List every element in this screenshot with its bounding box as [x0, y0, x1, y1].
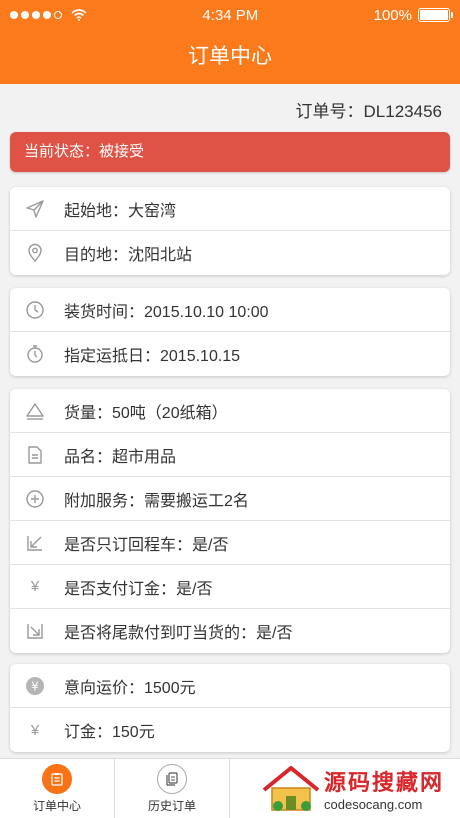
origin-row: 起始地：大窑湾: [10, 187, 450, 231]
send-icon: [24, 198, 46, 220]
signal-dot: [21, 11, 29, 19]
destination-row: 目的地：沈阳北站: [10, 231, 450, 275]
extra-service-row: 附加服务：需要搬运工2名: [10, 477, 450, 521]
status-bar: 4:34 PM 100%: [0, 0, 460, 30]
tab-history-orders[interactable]: 历史订单: [115, 759, 230, 818]
quantity-text: 货量：50吨（20纸箱）: [64, 404, 228, 422]
arrow-down-left-icon: [24, 532, 46, 554]
deposit-row: ¥ 订金：150元: [10, 708, 450, 752]
freight-text: 意向运价：1500元: [64, 679, 196, 697]
return-trip-row: 是否只订回程车：是/否: [10, 521, 450, 565]
watermark-logo: 源码搜藏网 codesocang.com: [258, 760, 458, 816]
battery-indicator: 100%: [373, 6, 453, 24]
timing-card: 装货时间：2015.10.10 10:00 指定运抵日：2015.10.15: [10, 288, 450, 376]
signal-dot: [32, 11, 40, 19]
tab-order-center[interactable]: 订单中心: [0, 759, 115, 818]
coin-icon: ¥: [24, 675, 46, 697]
arrival-date-text: 指定运抵日：2015.10.15: [64, 348, 241, 365]
price-card: ¥ 意向运价：1500元 ¥ 订金：150元: [10, 664, 450, 752]
signal-indicator: [10, 9, 87, 21]
load-time-text: 装货时间：2015.10.10 10:00: [64, 303, 269, 321]
watermark-url: codesocang.com: [324, 796, 423, 812]
tab-label: 订单中心: [32, 798, 81, 813]
final-payment-text: 是否将尾款付到叮当货的：是/否: [64, 625, 293, 642]
load-time-row: 装货时间：2015.10.10 10:00: [10, 288, 450, 332]
deposit-paid-row: ¥ 是否支付订金：是/否: [10, 565, 450, 609]
house-logo-icon: [262, 766, 320, 811]
watermark-text: 源码搜藏网 codesocang.com: [324, 765, 444, 812]
order-number: 订单号：DL123456: [295, 102, 442, 121]
tab-label: 历史订单: [147, 798, 196, 813]
yen-icon: ¥: [30, 578, 40, 595]
extra-service-text: 附加服务：需要搬运工2名: [64, 492, 249, 510]
signal-dot: [43, 11, 51, 19]
location-pin-icon: [24, 242, 46, 264]
quantity-row: 货量：50吨（20纸箱）: [10, 389, 450, 433]
app-header: 4:34 PM 100% 订单中心: [0, 0, 460, 84]
route-card: 起始地：大窑湾 目的地：沈阳北站: [10, 187, 450, 275]
arrow-down-right-icon: [24, 620, 46, 642]
goods-name-row: 品名：超市用品: [10, 433, 450, 477]
svg-text:¥: ¥: [31, 679, 39, 693]
battery-icon: [418, 8, 453, 22]
clock: 4:34 PM: [202, 6, 259, 24]
deposit-text: 订金：150元: [64, 724, 155, 741]
order-status-banner: 当前状态：被接受: [10, 132, 450, 172]
final-payment-row: 是否将尾款付到叮当货的：是/否: [10, 609, 450, 653]
clock-icon: [24, 299, 46, 321]
arrival-date-row: 指定运抵日：2015.10.15: [10, 332, 450, 376]
page-title: 订单中心: [188, 45, 272, 68]
signal-dot: [10, 11, 18, 19]
freight-row: ¥ 意向运价：1500元: [10, 664, 450, 708]
watermark-title: 源码搜藏网: [324, 769, 445, 795]
stopwatch-icon: [24, 343, 46, 365]
destination-text: 目的地：沈阳北站: [64, 247, 193, 264]
origin-text: 起始地：大窑湾: [64, 202, 177, 220]
deposit-paid-text: 是否支付订金：是/否: [64, 580, 213, 598]
plus-circle-icon: [24, 488, 46, 510]
yen-icon: ¥: [30, 721, 40, 739]
clipboard-icon: [42, 763, 72, 794]
document-icon: [24, 444, 46, 466]
return-trip-text: 是否只订回程车：是/否: [64, 536, 229, 554]
cargo-card: 货量：50吨（20纸箱） 品名：超市用品 附加服务：需要搬运工2名 是否只订回程…: [10, 389, 450, 653]
battery-percent: 100%: [373, 6, 412, 24]
signal-dot: [54, 11, 62, 19]
history-document-icon: [157, 763, 187, 794]
weight-icon: [24, 400, 46, 422]
wifi-icon: [71, 9, 87, 21]
goods-name-text: 品名：超市用品: [64, 448, 177, 466]
tab-bar: 订单中心 历史订单 源码搜藏网 codesocang.com: [0, 758, 460, 818]
